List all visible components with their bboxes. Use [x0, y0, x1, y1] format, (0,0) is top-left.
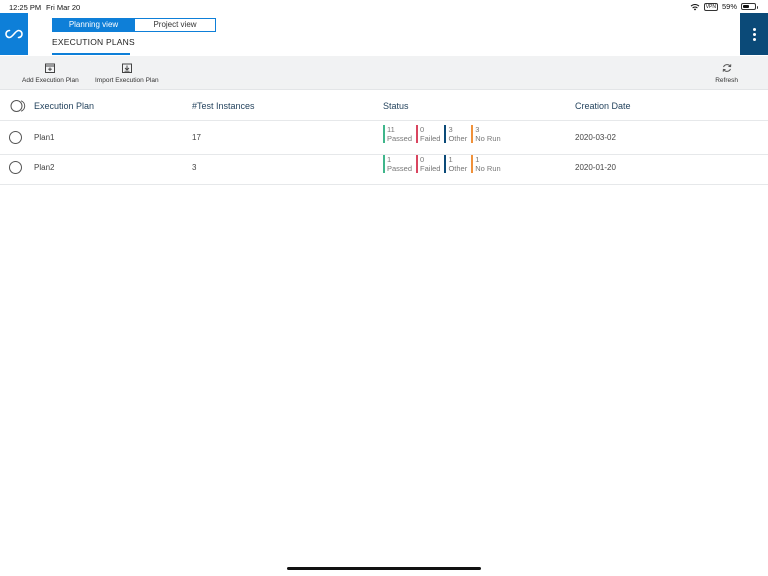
test-instance-count: 17 — [192, 133, 201, 142]
tab-execution-plans[interactable]: EXECUTION PLANS — [52, 37, 135, 47]
status-no-run: 1 No Run — [471, 155, 501, 173]
table-row[interactable]: Plan2 3 1 Passed 0 Failed 1 Other 1 No R… — [0, 151, 768, 185]
other-count: 1 — [448, 155, 453, 164]
add-execution-plan-button[interactable]: Add Execution Plan — [22, 62, 79, 84]
status-no-run: 3 No Run — [471, 125, 501, 143]
vpn-icon: VPN — [703, 2, 718, 11]
no-run-count: 3 — [475, 125, 480, 134]
project-view-button[interactable]: Project view — [134, 19, 215, 31]
vertical-dots-icon — [752, 27, 756, 41]
app-screen: 12:25 PM Fri Mar 20 VPN 59% Planning vie… — [0, 0, 768, 576]
table-header: Execution Plan #Test Instances Status Cr… — [0, 95, 768, 121]
failed-label: Failed — [420, 164, 441, 173]
refresh-label: Refresh — [715, 77, 738, 84]
refresh-icon — [722, 64, 731, 72]
creation-date: 2020-01-20 — [575, 163, 616, 172]
home-indicator[interactable] — [287, 567, 481, 570]
passed-label: Passed — [387, 134, 413, 143]
refresh-button[interactable]: Refresh — [715, 62, 738, 84]
status-date: Fri Mar 20 — [46, 3, 81, 12]
add-plan-icon — [45, 63, 56, 73]
toolbar: Add Execution Plan Import Execution Plan… — [0, 56, 768, 90]
status-summary: 1 Passed 0 Failed 1 Other 1 No Run — [383, 155, 501, 173]
no-run-label: No Run — [475, 134, 501, 143]
column-header-creation-date[interactable]: Creation Date — [575, 101, 631, 111]
other-count: 3 — [448, 125, 453, 134]
passed-label: Passed — [387, 164, 413, 173]
failed-count: 0 — [420, 125, 425, 134]
more-menu-button[interactable] — [740, 13, 768, 55]
table-row[interactable]: Plan1 17 11 Passed 0 Failed 3 Other 3 No… — [0, 121, 768, 155]
status-right: VPN 59% — [690, 2, 758, 11]
status-other: 1 Other — [444, 155, 467, 173]
import-execution-plan-label: Import Execution Plan — [95, 77, 159, 84]
column-header-test-instances[interactable]: #Test Instances — [192, 101, 255, 111]
status-summary: 11 Passed 0 Failed 3 Other 3 No Run — [383, 125, 501, 143]
column-header-status[interactable]: Status — [383, 101, 409, 111]
battery-fill — [743, 5, 750, 8]
wifi-icon — [690, 3, 700, 10]
import-plan-icon — [121, 63, 132, 73]
test-instance-count: 3 — [192, 163, 197, 172]
infinity-logo-icon — [5, 29, 23, 39]
battery-percent: 59% — [721, 2, 737, 11]
row-select-radio[interactable] — [9, 161, 22, 174]
planning-view-button[interactable]: Planning view — [53, 19, 134, 31]
status-other: 3 Other — [444, 125, 467, 143]
row-select-radio[interactable] — [9, 131, 22, 144]
select-all-icon[interactable] — [10, 99, 26, 113]
add-execution-plan-label: Add Execution Plan — [22, 77, 79, 84]
creation-date: 2020-03-02 — [575, 133, 616, 142]
import-execution-plan-button[interactable]: Import Execution Plan — [95, 62, 159, 84]
battery-icon — [741, 3, 758, 10]
status-time: 12:25 PM — [9, 3, 42, 12]
column-header-execution-plan[interactable]: Execution Plan — [34, 101, 94, 111]
passed-count: 1 — [387, 155, 392, 164]
status-passed: 11 Passed — [383, 125, 412, 143]
failed-label: Failed — [420, 134, 441, 143]
failed-count: 0 — [420, 155, 425, 164]
app-logo[interactable] — [0, 13, 28, 55]
view-switcher: Planning view Project view — [52, 18, 216, 32]
other-label: Other — [448, 134, 468, 143]
other-label: Other — [448, 164, 468, 173]
status-failed: 0 Failed — [416, 155, 440, 173]
tab-active-indicator — [52, 53, 130, 55]
no-run-count: 1 — [475, 155, 480, 164]
plan-name[interactable]: Plan2 — [34, 163, 54, 172]
plan-name[interactable]: Plan1 — [34, 133, 54, 142]
no-run-label: No Run — [475, 164, 501, 173]
passed-count: 11 — [387, 125, 395, 134]
status-passed: 1 Passed — [383, 155, 412, 173]
status-bar: 12:25 PM Fri Mar 20 VPN 59% — [0, 0, 768, 13]
status-failed: 0 Failed — [416, 125, 440, 143]
